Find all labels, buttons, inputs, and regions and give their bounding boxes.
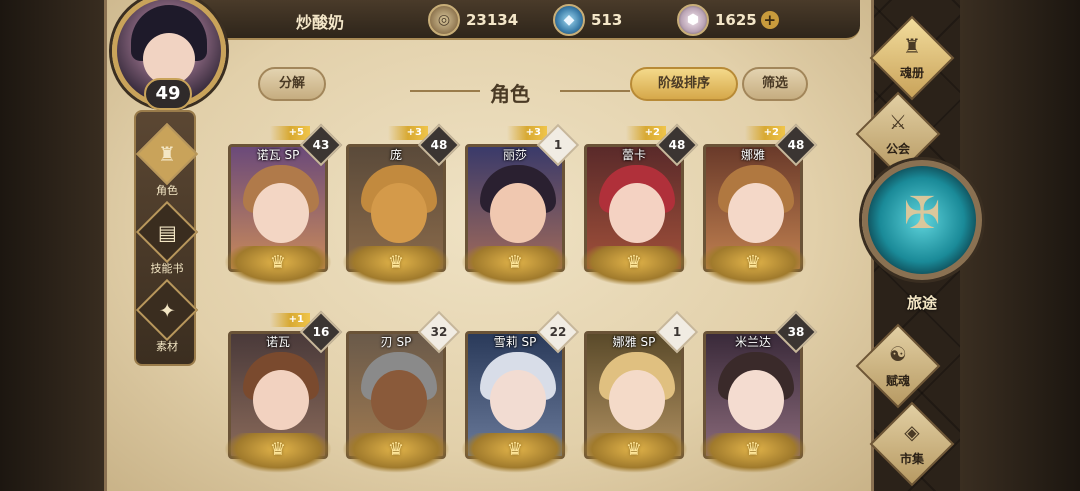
character-card[interactable]: 丽莎 ♛ +3 1 [461,123,580,308]
talent-swirl-icon: ☯ [889,342,907,366]
gem-resource: ⬢ 1625 + [677,4,779,36]
market-gem-icon: ◈ [904,420,920,444]
character-card[interactable]: 庞 ♛ +3 48 [342,123,461,308]
rank-crown-icon: ♛ [699,433,807,473]
sort-by-rank-button[interactable]: 阶级排序 [630,67,738,101]
character-level: 48 [787,138,805,152]
guild-label: 公会 [885,142,910,156]
character-level: 1 [672,325,682,339]
title-ornament-right [560,90,630,92]
filter-button[interactable]: 筛选 [742,67,808,101]
split-button[interactable]: 分解 [258,67,326,101]
character-level: 48 [668,138,686,152]
rank-crown-icon: ♛ [461,246,569,286]
journey-emblem-icon: ✠ [903,188,941,239]
gem-value: 1625 [715,11,757,29]
gold-coin-icon: ◎ [428,4,460,36]
rank-crown-icon: ♛ [580,246,688,286]
guild-icon: ⚔ [889,110,907,134]
material-icon: ✦ [135,278,199,342]
character-card[interactable]: 诺瓦 ♛ +1 16 [224,310,343,491]
rank-crown-icon: ♛ [461,433,569,473]
rank-crown-icon: ♛ [224,433,332,473]
character-level: 48 [430,138,448,152]
gold-value: 23134 [466,11,519,29]
rank-crown-icon: ♛ [580,433,688,473]
character-level: 38 [787,325,805,339]
gold-resource: ◎ 23134 [428,4,518,36]
left-frame [0,0,110,491]
character-card[interactable]: 雪莉 SP ♛ 22 [461,310,580,491]
enhance-level: +1 [270,313,310,327]
rank-crown-icon: ♛ [342,246,450,286]
soulbook-icon: ♜ [903,34,921,58]
market-frame [869,401,955,487]
enhance-level: +3 [507,126,547,140]
character-level: 43 [312,138,330,152]
player-name: 炒酸奶 [296,13,345,32]
character-card[interactable]: 米兰达 ♛ 38 [699,310,818,491]
page-title: 角色 [490,82,530,106]
character-card[interactable]: 娜雅 ♛ +2 48 [699,123,818,308]
character-level: 16 [312,325,330,339]
crystal-resource: ◆ 513 [553,4,622,36]
enhance-level: +3 [388,126,428,140]
soulbook-frame [869,15,955,101]
crystal-value: 513 [591,11,623,29]
book-icon: ▤ [135,200,199,264]
left-nav: ♜ 角色 ▤ 技能书 ✦ 素材 [134,110,199,366]
enhance-level: +2 [626,126,666,140]
nav-talent[interactable]: ☯ 赋魂 [852,323,944,409]
character-card[interactable]: 诺瓦 SP ♛ +5 43 [224,123,343,308]
nav-guild[interactable]: ⚔ 公会 [852,91,944,177]
character-card[interactable]: 娜雅 SP ♛ 1 [580,310,699,491]
nav-characters[interactable]: ♜ 角色 [135,122,199,198]
nav-market[interactable]: ◈ 市集 [866,401,958,487]
enhance-level: +2 [745,126,785,140]
rank-crown-icon: ♛ [224,246,332,286]
character-level: 32 [430,325,448,339]
market-label: 市集 [899,452,924,466]
soulbook-label: 魂册 [899,66,924,80]
enhance-level: +5 [270,126,310,140]
helmet-icon: ♜ [135,122,199,186]
talent-frame [855,323,941,409]
journey-button[interactable]: ✠ 旅途 [862,160,982,312]
talent-label: 赋魂 [885,374,910,388]
level-badge: 49 [144,78,192,110]
add-gem-button[interactable]: + [760,11,779,29]
character-card[interactable]: 刃 SP ♛ 32 [342,310,461,491]
nav-soulbook[interactable]: ♜ 魂册 [866,15,958,101]
character-level: 1 [553,138,563,152]
rank-crown-icon: ♛ [342,433,450,473]
crystal-icon: ◆ [553,4,585,36]
gem-icon: ⬢ [677,4,709,36]
character-card[interactable]: 蕾卡 ♛ +2 48 [580,123,699,308]
journey-label: 旅途 [906,294,937,312]
rank-crown-icon: ♛ [699,246,807,286]
nav-materials[interactable]: ✦ 素材 [135,278,199,354]
nav-skillbooks[interactable]: ▤ 技能书 [135,200,199,276]
character-level: 22 [549,325,567,339]
